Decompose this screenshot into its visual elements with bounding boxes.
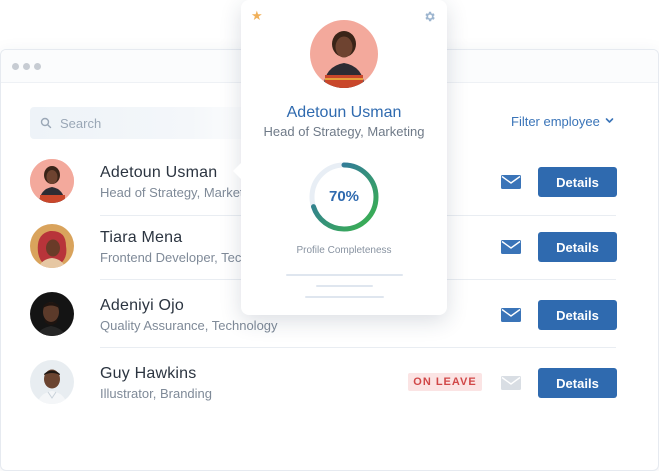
details-button[interactable]: Details — [538, 300, 617, 330]
window-dot-icon[interactable] — [12, 63, 19, 70]
profile-name: Adetoun Usman — [286, 104, 402, 121]
popover-arrow — [233, 162, 242, 180]
details-button[interactable]: Details — [538, 232, 617, 262]
gear-icon[interactable] — [423, 10, 436, 23]
status-badge: ON LEAVE — [408, 373, 482, 391]
details-button[interactable]: Details — [538, 368, 617, 398]
employee-role: Head of Strategy, Marketing — [100, 185, 261, 200]
employee-name: Guy Hawkins — [100, 365, 197, 382]
mail-icon[interactable] — [501, 240, 521, 254]
employee-name: Adetoun Usman — [100, 164, 218, 181]
employee-role: Quality Assurance, Technology — [100, 318, 278, 333]
mail-icon[interactable] — [501, 175, 521, 189]
placeholder-line — [286, 274, 403, 276]
filter-employee-dropdown[interactable]: Filter employee — [511, 114, 614, 129]
placeholder-line — [305, 296, 384, 298]
star-icon[interactable]: ★ — [251, 8, 263, 24]
table-row[interactable]: Guy Hawkins Illustrator, Branding ON LEA… — [1, 348, 658, 416]
profile-popover: ★ Adetoun Usman Head of Strategy, Market… — [233, 0, 447, 315]
chevron-down-icon — [605, 118, 614, 123]
employee-role: Illustrator, Branding — [100, 386, 213, 401]
mail-icon[interactable] — [501, 308, 521, 322]
filter-label: Filter employee — [511, 114, 600, 129]
search-icon — [40, 117, 52, 129]
avatar — [30, 159, 74, 203]
employee-name: Tiara Mena — [100, 229, 183, 246]
search-box[interactable] — [30, 107, 260, 139]
search-input[interactable] — [60, 107, 250, 139]
completeness-caption: Profile Completeness — [296, 245, 392, 256]
details-button[interactable]: Details — [538, 167, 617, 197]
avatar — [30, 360, 74, 404]
profile-avatar — [310, 20, 378, 88]
completeness-value: 70% — [328, 188, 360, 205]
avatar — [30, 292, 74, 336]
placeholder-line — [316, 285, 373, 287]
employee-name: Adeniyi Ojo — [100, 297, 185, 314]
profile-role: Head of Strategy, Marketing — [263, 124, 425, 139]
mail-icon[interactable] — [501, 376, 521, 390]
window-dot-icon[interactable] — [34, 63, 41, 70]
avatar — [30, 224, 74, 268]
window-dot-icon[interactable] — [23, 63, 30, 70]
